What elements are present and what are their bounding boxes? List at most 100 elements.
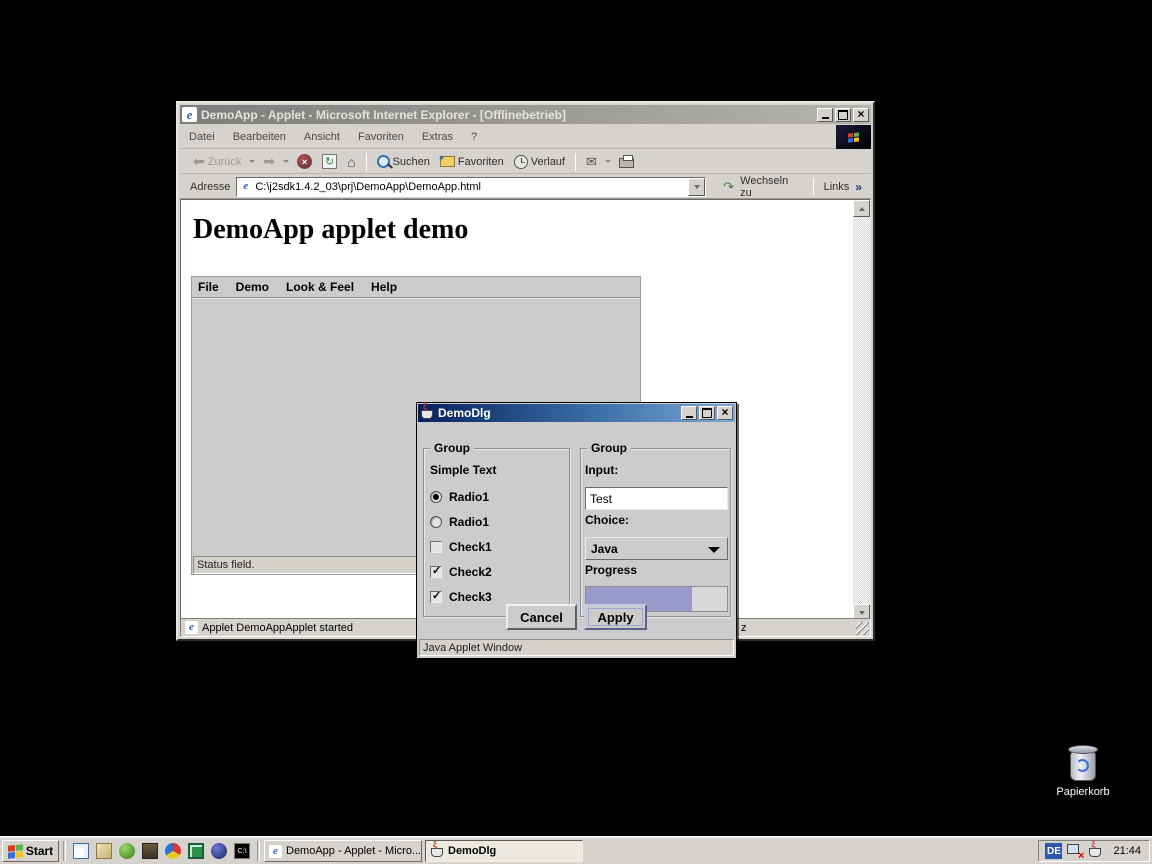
address-separator (813, 178, 814, 196)
recycle-bin-desktop-icon[interactable]: Papierkorb (1047, 745, 1119, 798)
favorites-button[interactable]: Favoriten (435, 154, 509, 170)
cancel-button[interactable]: Cancel (506, 604, 577, 630)
checkbox-option-2[interactable]: Check2 (430, 564, 492, 580)
checkbox-checked-icon[interactable] (430, 591, 442, 603)
cancel-label: Cancel (520, 610, 563, 625)
back-button[interactable]: ⬅ Zurück (188, 151, 246, 172)
task-button-ie[interactable]: e DemoApp - Applet - Micro... (264, 840, 422, 862)
ie-throbber (836, 125, 871, 149)
refresh-icon: ↻ (322, 154, 337, 169)
radio-unselected-icon[interactable] (430, 516, 442, 528)
start-windows-logo-icon (8, 844, 23, 859)
menu-hilfe[interactable]: ? (462, 127, 486, 147)
globe-app-icon[interactable] (211, 843, 227, 859)
menu-bearbeiten[interactable]: Bearbeiten (224, 127, 295, 147)
vertical-scrollbar[interactable] (853, 200, 870, 621)
page-title: DemoApp applet demo (193, 214, 468, 246)
checkbox-option-3[interactable]: Check3 (430, 589, 492, 605)
show-desktop-icon[interactable] (96, 843, 112, 859)
forward-dropdown-icon[interactable] (283, 160, 289, 163)
maximize-button[interactable] (835, 108, 851, 122)
checkbox-checked-icon[interactable] (430, 566, 442, 578)
address-input[interactable]: e C:\j2sdk1.4.2_03\prj\DemoApp\DemoApp.h… (236, 177, 706, 197)
mail-button[interactable]: ✉ (581, 152, 602, 172)
command-prompt-icon[interactable]: C:\ (234, 843, 250, 859)
choice-dropdown[interactable]: Java (585, 537, 728, 560)
progress-label: Progress (585, 562, 637, 578)
history-label: Verlauf (531, 156, 565, 168)
radio-selected-icon[interactable] (430, 491, 442, 503)
print-button[interactable] (614, 153, 639, 170)
refresh-button[interactable]: ↻ (317, 152, 342, 171)
address-dropdown-button[interactable] (688, 178, 705, 196)
language-indicator[interactable]: DE (1045, 843, 1062, 859)
mail-dropdown-icon[interactable] (605, 160, 611, 163)
ie-address-bar: Adresse e C:\j2sdk1.4.2_03\prj\DemoApp\D… (180, 175, 871, 199)
image-viewer-icon[interactable] (142, 843, 158, 859)
address-label: Adresse (190, 181, 230, 193)
radio-option-1[interactable]: Radio1 (430, 489, 489, 505)
apply-button[interactable]: Apply (584, 604, 647, 630)
notes-shortcut-icon[interactable] (73, 843, 89, 859)
menu-favoriten[interactable]: Favoriten (349, 127, 413, 147)
scroll-up-button[interactable] (853, 200, 870, 217)
menu-extras[interactable]: Extras (413, 127, 462, 147)
network-disconnected-icon[interactable] (1067, 844, 1083, 858)
history-button[interactable]: Verlauf (509, 153, 570, 171)
start-button[interactable]: Start (2, 840, 59, 862)
recycle-bin-label: Papierkorb (1047, 786, 1119, 798)
go-button[interactable]: ↷ Wechseln zu (718, 173, 804, 201)
menu-ansicht[interactable]: Ansicht (295, 127, 349, 147)
stop-button[interactable]: × (292, 152, 317, 171)
favorites-label: Favoriten (458, 156, 504, 168)
choice-label: Choice: (585, 512, 629, 528)
back-arrow-icon: ⬅ (193, 153, 205, 170)
dialog-close-button[interactable] (717, 406, 733, 420)
task-button-demodlg[interactable]: DemoDlg (425, 840, 583, 862)
home-button[interactable]: ⌂ (342, 152, 360, 172)
page-icon: e (239, 180, 252, 193)
applet-menu-lookfeel[interactable]: Look & Feel (286, 280, 354, 294)
checkbox-unchecked-icon[interactable] (430, 541, 442, 553)
forward-button[interactable]: ➡ (258, 151, 280, 172)
monitor-app-icon[interactable] (188, 843, 204, 859)
radio-option-2[interactable]: Radio1 (430, 514, 489, 530)
media-app-icon[interactable] (165, 843, 181, 859)
applet-menu-help[interactable]: Help (371, 280, 397, 294)
windows-logo-icon (848, 132, 859, 142)
menu-datei[interactable]: Datei (180, 127, 224, 147)
checkbox-option-1[interactable]: Check1 (430, 539, 492, 555)
ie-title-bar[interactable]: e DemoApp - Applet - Microsoft Internet … (180, 105, 871, 124)
go-label: Wechseln zu (740, 175, 799, 199)
quick-launch: C:\ (70, 843, 253, 859)
taskbar: Start C:\ e DemoApp - Applet - Micro... … (0, 837, 1152, 864)
green-app-icon[interactable] (119, 843, 135, 859)
task-ie-label: DemoApp - Applet - Micro... (286, 845, 421, 857)
links-label: Links (824, 181, 850, 193)
close-button[interactable] (853, 108, 869, 122)
applet-window-banner: Java Applet Window (419, 639, 734, 656)
input-field[interactable]: Test (585, 487, 728, 510)
check-1-label: Check1 (449, 540, 492, 554)
dialog-maximize-button[interactable] (699, 406, 715, 420)
mail-icon: ✉ (586, 154, 597, 170)
links-button[interactable]: Links » (819, 178, 867, 196)
print-icon (619, 158, 634, 168)
back-dropdown-icon[interactable] (249, 160, 255, 163)
applet-menu-file[interactable]: File (198, 280, 219, 294)
search-button[interactable]: Suchen (372, 153, 435, 170)
start-label: Start (26, 844, 53, 858)
stop-icon: × (297, 154, 312, 169)
applet-menu-bar: File Demo Look & Feel Help (192, 277, 640, 298)
status-pane-zone: z (714, 618, 871, 637)
group-box-left: Group Simple Text Radio1 Radio1 Check1 C… (423, 448, 570, 617)
input-label: Input: (585, 462, 618, 478)
forward-arrow-icon: ➡ (263, 153, 275, 170)
dialog-minimize-button[interactable] (681, 406, 697, 420)
resize-grip[interactable] (856, 622, 869, 635)
java-tray-icon[interactable] (1088, 845, 1102, 857)
applet-menu-demo[interactable]: Demo (236, 280, 269, 294)
check-3-label: Check3 (449, 590, 492, 604)
minimize-button[interactable] (817, 108, 833, 122)
demodlg-title-bar[interactable]: DemoDlg (418, 404, 735, 422)
